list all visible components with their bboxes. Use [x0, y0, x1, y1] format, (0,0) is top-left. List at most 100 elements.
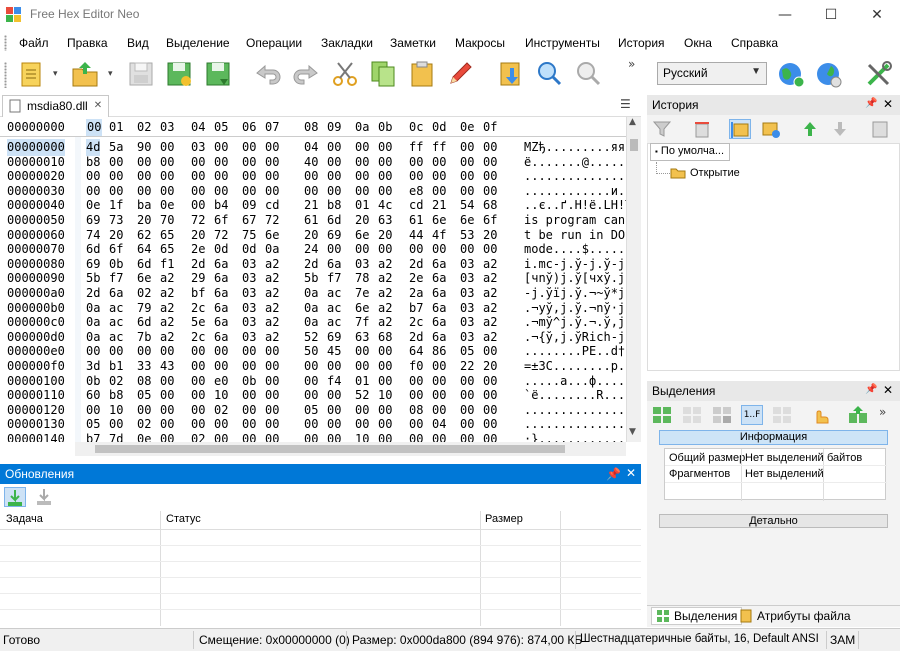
pin-icon[interactable]: 📌 [606, 467, 621, 481]
history-add-icon[interactable] [759, 119, 781, 139]
toolbar-overflow-icon[interactable]: » [628, 58, 636, 70]
column-task[interactable]: Задача [6, 513, 43, 525]
selection-grid-icon[interactable] [771, 405, 793, 425]
cut-icon[interactable] [330, 59, 360, 89]
hex-byte[interactable]: 00 [409, 431, 423, 442]
hex-vertical-scrollbar[interactable]: ▲ ▼ [626, 117, 641, 442]
menu-file[interactable]: Файл [19, 36, 49, 50]
find-icon[interactable] [534, 59, 564, 89]
redo-icon[interactable] [291, 59, 321, 89]
hex-byte[interactable]: 00 [242, 431, 256, 442]
menu-tools[interactable]: Инструменты [525, 36, 600, 50]
close-icon[interactable]: ✕ [883, 383, 893, 397]
history-tree[interactable]: ▪ По умолча... Открытие [647, 143, 900, 371]
select-all-icon[interactable] [651, 405, 673, 425]
hex-byte[interactable]: b7 [86, 431, 100, 442]
maximize-button[interactable]: ☐ [808, 0, 854, 30]
menu-bookmarks[interactable]: Закладки [321, 36, 373, 50]
undo-icon[interactable] [253, 59, 283, 89]
invert-selection-icon[interactable] [711, 405, 733, 425]
hex-byte[interactable]: 7d [109, 431, 123, 442]
filter-icon[interactable] [651, 119, 673, 139]
hex-byte[interactable]: 02 [191, 431, 205, 442]
goto-icon[interactable] [496, 59, 526, 89]
close-icon[interactable]: ✕ [883, 97, 893, 111]
menu-grip[interactable] [4, 35, 7, 51]
find-next-icon[interactable] [573, 59, 603, 89]
update-globe-icon[interactable] [776, 59, 806, 89]
scroll-up-icon[interactable]: ▲ [629, 117, 636, 127]
toolbar-grip[interactable] [4, 62, 7, 88]
move-up-icon[interactable] [799, 119, 821, 139]
menu-view[interactable]: Вид [127, 36, 149, 50]
pin-icon[interactable]: 📌 [865, 384, 877, 395]
hand-pointer-icon[interactable] [809, 405, 831, 425]
scroll-down-icon[interactable]: ▼ [629, 427, 636, 437]
hex-byte[interactable]: 00 [483, 431, 497, 442]
tab-file-attributes[interactable]: Атрибуты файла [739, 609, 851, 623]
hscroll-thumb[interactable] [95, 445, 565, 453]
hex-byte[interactable]: 00 [327, 431, 341, 442]
delete-icon[interactable] [691, 119, 713, 139]
hex-byte[interactable]: 00 [378, 431, 392, 442]
menu-windows[interactable]: Окна [684, 36, 712, 50]
close-button[interactable]: ✕ [854, 0, 900, 30]
settings-tools-icon[interactable] [864, 59, 894, 89]
selections-overflow-icon[interactable]: » [879, 405, 900, 425]
language-select[interactable]: Русский ▼ [657, 62, 767, 85]
column-status[interactable]: Статус [166, 513, 201, 525]
move-down-icon[interactable] [829, 119, 851, 139]
web-globe-icon[interactable] [814, 59, 844, 89]
hex-byte[interactable]: 00 [460, 431, 474, 442]
paste-icon[interactable] [407, 59, 437, 89]
select-range-icon[interactable]: 1..F [741, 405, 763, 425]
new-file-icon[interactable] [16, 59, 46, 89]
updates-table[interactable]: Задача Статус Размер [0, 511, 641, 626]
open-file-icon[interactable] [70, 59, 100, 89]
hex-byte[interactable]: 10 [355, 431, 369, 442]
hex-byte[interactable]: 00 [432, 431, 446, 442]
tab-selections[interactable]: Выделения [651, 607, 743, 625]
detail-section-header[interactable]: Детально [659, 514, 888, 528]
status-insert-mode[interactable]: ЗАМ [830, 633, 855, 647]
new-file-dropdown-icon[interactable]: ▾ [53, 70, 61, 79]
scroll-thumb[interactable] [630, 139, 638, 151]
close-icon[interactable]: ✕ [626, 466, 636, 480]
tab-close-icon[interactable]: ✕ [94, 99, 102, 117]
hex-byte[interactable]: 00 [214, 431, 228, 442]
tree-collapse-icon[interactable]: ▪ [655, 147, 658, 156]
column-size[interactable]: Размер [485, 513, 523, 525]
tab-list-menu-icon[interactable]: ☰ [620, 97, 631, 111]
hex-byte[interactable]: 00 [304, 431, 318, 442]
menu-help[interactable]: Справка [731, 36, 778, 50]
open-file-dropdown-icon[interactable]: ▾ [108, 70, 116, 79]
minimize-button[interactable]: — [762, 0, 808, 30]
file-tab[interactable]: msdia80.dll ✕ [2, 95, 110, 117]
hex-editor-view[interactable]: 00000000 00 01 02 03 04 05 06 07 08 09 0a 0b 0c 0d 0e 0f… [0, 117, 641, 442]
history-node-open[interactable]: Открытие [670, 166, 740, 179]
save-icon[interactable] [126, 59, 156, 89]
menu-operations[interactable]: Операции [246, 36, 302, 50]
select-none-icon[interactable] [681, 405, 703, 425]
menu-selection[interactable]: Выделение [166, 36, 230, 50]
ascii-text[interactable]: ·}.............. [524, 431, 626, 442]
menu-notes[interactable]: Заметки [390, 36, 436, 50]
save-all-icon[interactable] [203, 59, 233, 89]
menu-edit[interactable]: Правка [67, 36, 108, 50]
menu-macros[interactable]: Макросы [455, 36, 505, 50]
download-updates-icon[interactable] [34, 487, 56, 507]
history-branch-icon[interactable] [729, 119, 751, 139]
selection-export-icon[interactable] [847, 405, 869, 425]
save-as-icon[interactable] [164, 59, 194, 89]
history-root-node[interactable]: ▪ По умолча... [650, 143, 730, 161]
pin-icon[interactable]: 📌 [865, 98, 877, 109]
menu-history[interactable]: История [618, 36, 665, 50]
hex-byte[interactable]: 00 [265, 431, 279, 442]
hex-horizontal-scrollbar[interactable] [75, 442, 626, 456]
edit-pencil-icon[interactable] [445, 59, 475, 89]
copy-icon[interactable] [368, 59, 398, 89]
info-section-header[interactable]: Информация [659, 430, 888, 445]
history-properties-icon[interactable] [869, 119, 891, 139]
check-updates-icon[interactable] [4, 487, 26, 507]
hex-byte[interactable]: 00 [160, 431, 174, 442]
